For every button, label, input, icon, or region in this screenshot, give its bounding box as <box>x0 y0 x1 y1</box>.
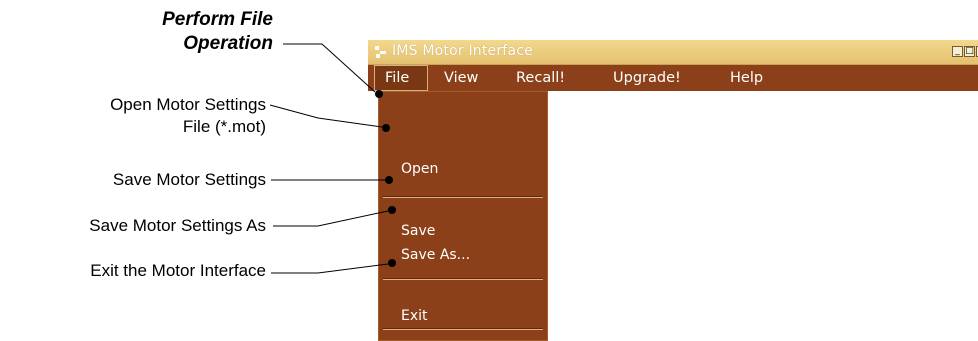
menu-separator <box>383 278 543 280</box>
title-bar[interactable]: IMS Motor Interface _ □ × <box>368 40 978 65</box>
menu-separator <box>383 328 543 330</box>
callout-line: Open Motor Settings <box>110 95 266 114</box>
menu-recall[interactable]: Recall! <box>516 65 565 91</box>
app-window: IMS Motor Interface _ □ × File View Reca… <box>368 40 978 341</box>
callout-open-settings: Open Motor Settings File (*.mot) <box>110 94 266 138</box>
callout-exit: Exit the Motor Interface <box>90 261 266 280</box>
menu-item-open[interactable]: Open <box>379 158 547 180</box>
leader-line-perform <box>283 43 376 93</box>
callout-perform-file-operation: Perform File Operation <box>162 8 273 56</box>
callout-save-settings-as: Save Motor Settings As <box>89 216 266 235</box>
menu-file[interactable]: File <box>374 65 428 91</box>
menu-view[interactable]: View <box>444 65 478 91</box>
menu-item-exit[interactable]: Exit <box>379 305 547 327</box>
menu-help[interactable]: Help <box>730 65 763 91</box>
menu-bar: File View Recall! Upgrade! Help <box>368 65 978 91</box>
minimize-button[interactable]: _ <box>952 46 963 57</box>
window-title: IMS Motor Interface <box>392 43 533 59</box>
callout-line: File (*.mot) <box>182 117 266 136</box>
callout-line: Operation <box>183 33 273 54</box>
app-icon <box>375 46 386 58</box>
maximize-button[interactable]: □ <box>964 46 975 57</box>
callout-save-settings: Save Motor Settings <box>112 170 266 189</box>
callout-line: Perform File <box>162 9 273 30</box>
menu-item-save-as[interactable]: Save As... <box>379 244 547 266</box>
menu-separator <box>383 196 543 198</box>
menu-upgrade[interactable]: Upgrade! <box>613 65 681 91</box>
menu-item-save[interactable]: Save <box>379 220 547 242</box>
file-menu-dropdown: Open Save Save As... Exit <box>378 91 548 341</box>
leader-line-open <box>269 104 383 128</box>
